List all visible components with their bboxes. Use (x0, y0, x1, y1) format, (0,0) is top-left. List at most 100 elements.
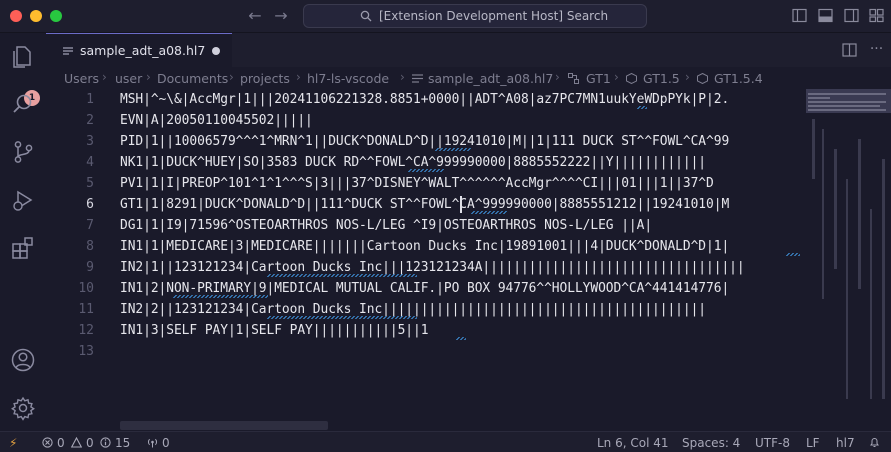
line-number: 2 (86, 113, 94, 128)
breadcrumb-item[interactable]: Users (64, 71, 99, 86)
code-line[interactable]: 8 IN1|1|MEDICARE|3|MEDICARE|||||||Cartoo… (46, 236, 806, 257)
symbol-structure-icon (568, 73, 579, 84)
file-lines-icon (412, 74, 423, 83)
line-number: 6 (86, 197, 94, 212)
warning-icon[interactable] (71, 437, 82, 448)
window-minimize-button[interactable] (30, 10, 42, 22)
split-editor-icon[interactable] (842, 43, 857, 57)
symbol-field-icon (697, 73, 708, 84)
info-squiggle[interactable] (637, 106, 647, 109)
more-actions-icon[interactable]: ··· (869, 42, 884, 57)
breadcrumb-chevron-icon: › (614, 70, 619, 84)
line-number: 3 (86, 134, 94, 149)
toggle-primary-sidebar-icon[interactable] (792, 8, 807, 23)
breadcrumb-item[interactable]: GT1 (586, 71, 611, 86)
code-line[interactable]: 13 (46, 341, 806, 362)
line-number: 4 (86, 155, 94, 170)
breadcrumb: Users › user › Documents › projects › hl… (46, 67, 891, 89)
indentation[interactable]: Spaces: 4 (682, 436, 740, 450)
line-text[interactable]: MSH|^~\&|AccMgr|1|||20241106221328.8851+… (120, 89, 800, 110)
breadcrumb-item[interactable]: projects (240, 71, 290, 86)
info-squiggle[interactable] (173, 295, 268, 298)
title-bar: ← → [Extension Development Host] Search (0, 0, 891, 33)
code-line[interactable]: 11 IN2|2||123121234|Cartoon Ducks Inc|||… (46, 299, 806, 320)
minimap[interactable] (806, 89, 891, 431)
line-text[interactable]: IN1|1|MEDICARE|3|MEDICARE|||||||Cartoon … (120, 236, 800, 257)
breadcrumb-item[interactable]: GT1.5.4 (714, 71, 763, 86)
file-lines-icon (63, 47, 73, 55)
cursor-position[interactable]: Ln 6, Col 41 (597, 436, 669, 450)
horizontal-scrollbar[interactable] (120, 421, 328, 430)
breadcrumb-item[interactable]: Documents (157, 71, 228, 86)
ports-count[interactable]: 0 (162, 436, 170, 450)
search-icon (360, 10, 372, 22)
explorer-icon[interactable] (10, 43, 36, 69)
line-number: 12 (78, 323, 94, 338)
code-line[interactable]: 10 IN1|2|NON-PRIMARY|9|MEDICAL MUTUAL CA… (46, 278, 806, 299)
code-line[interactable]: 1 MSH|^~\&|AccMgr|1|||20241106221328.885… (46, 89, 806, 110)
warning-count[interactable]: 0 (86, 436, 94, 450)
breadcrumb-chevron-icon: › (400, 70, 405, 84)
search-icon[interactable] (10, 91, 36, 117)
line-text[interactable]: IN2|2||123121234|Cartoon Ducks Inc||||||… (120, 299, 800, 320)
breadcrumb-item[interactable]: sample_adt_a08.hl7 (428, 71, 553, 86)
remote-indicator-icon[interactable]: ⚡ (9, 436, 17, 450)
line-text[interactable]: DG1|1|I9|71596^OSTEOARTHROS NOS-L/LEG ^I… (120, 215, 800, 236)
back-arrow-icon[interactable]: ← (246, 7, 264, 25)
settings-gear-icon[interactable] (10, 395, 36, 421)
breadcrumb-chevron-icon: › (296, 70, 301, 84)
toggle-secondary-sidebar-icon[interactable] (844, 8, 859, 23)
extensions-icon[interactable] (10, 235, 36, 261)
info-squiggle[interactable] (408, 169, 444, 172)
breadcrumb-item[interactable]: hl7-ls-vscode (307, 71, 389, 86)
language-mode[interactable]: hl7 (836, 436, 855, 450)
breadcrumb-chevron-icon: › (555, 70, 560, 84)
line-text[interactable]: IN2|1||123121234|Cartoon Ducks Inc|||123… (120, 257, 800, 278)
text-cursor (460, 196, 462, 213)
toggle-panel-icon[interactable] (818, 8, 833, 23)
end-of-line[interactable]: LF (806, 436, 820, 450)
customize-layout-icon[interactable] (869, 8, 884, 23)
window-maximize-button[interactable] (50, 10, 62, 22)
info-squiggle[interactable] (267, 274, 417, 277)
error-count[interactable]: 0 (57, 436, 65, 450)
unsaved-dot-icon[interactable] (212, 47, 220, 55)
accounts-icon[interactable] (10, 347, 36, 373)
code-line[interactable]: 9 IN2|1||123121234|Cartoon Ducks Inc|||1… (46, 257, 806, 278)
info-icon[interactable] (100, 437, 111, 448)
info-squiggle[interactable] (471, 211, 507, 214)
notifications-bell-icon[interactable] (869, 437, 880, 448)
command-center-search[interactable]: [Extension Development Host] Search (303, 4, 647, 28)
code-line[interactable]: 5 PV1|1|I|PREOP^101^1^1^^^S|3|||37^DISNE… (46, 173, 806, 194)
code-line[interactable]: 7 DG1|1|I9|71596^OSTEOARTHROS NOS-L/LEG … (46, 215, 806, 236)
info-squiggle[interactable] (456, 337, 466, 340)
line-text[interactable]: PV1|1|I|PREOP^101^1^1^^^S|3|||37^DISNEY^… (120, 173, 800, 194)
run-and-debug-icon[interactable] (10, 187, 36, 213)
code-line[interactable]: 12 IN1|3|SELF PAY|1|SELF PAY|||||||||||5… (46, 320, 806, 341)
editor-tab-bar: sample_adt_a08.hl7 ··· (46, 33, 891, 67)
window-close-button[interactable] (10, 10, 22, 22)
breadcrumb-item[interactable]: GT1.5 (643, 71, 680, 86)
info-squiggle[interactable] (435, 148, 471, 151)
tab-sample-adt-a08[interactable]: sample_adt_a08.hl7 (46, 33, 232, 67)
breadcrumb-item[interactable]: user (115, 71, 142, 86)
info-squiggle[interactable] (267, 316, 417, 319)
breadcrumb-chevron-icon: › (102, 70, 107, 84)
code-line[interactable]: 6 GT1|1|8291|DUCK^DONALD^D||111^DUCK ST^… (46, 194, 806, 215)
file-encoding[interactable]: UTF-8 (755, 436, 790, 450)
status-bar: ⚡ 0 0 15 0 Ln 6, Col 41 Spaces: 4 UTF-8 … (0, 431, 891, 452)
line-text[interactable]: NK1|1|DUCK^HUEY|SO|3583 DUCK RD^^FOWL^CA… (120, 152, 800, 173)
forward-arrow-icon[interactable]: → (272, 7, 290, 25)
code-editor[interactable]: 1 MSH|^~\&|AccMgr|1|||20241106221328.885… (46, 89, 891, 431)
info-squiggle[interactable] (786, 253, 800, 256)
line-number: 10 (78, 281, 94, 296)
line-text[interactable]: EVN|A|20050110045502||||| (120, 110, 800, 131)
source-control-icon[interactable] (10, 139, 36, 165)
line-number: 1 (86, 92, 94, 107)
info-count[interactable]: 15 (115, 436, 130, 450)
error-icon[interactable] (42, 437, 53, 448)
code-line[interactable]: 2 EVN|A|20050110045502||||| (46, 110, 806, 131)
line-number: 9 (86, 260, 94, 275)
ports-broadcast-icon[interactable] (147, 437, 158, 448)
code-line[interactable]: 3 PID|1||10006579^^^1^MRN^1||DUCK^DONALD… (46, 131, 806, 152)
